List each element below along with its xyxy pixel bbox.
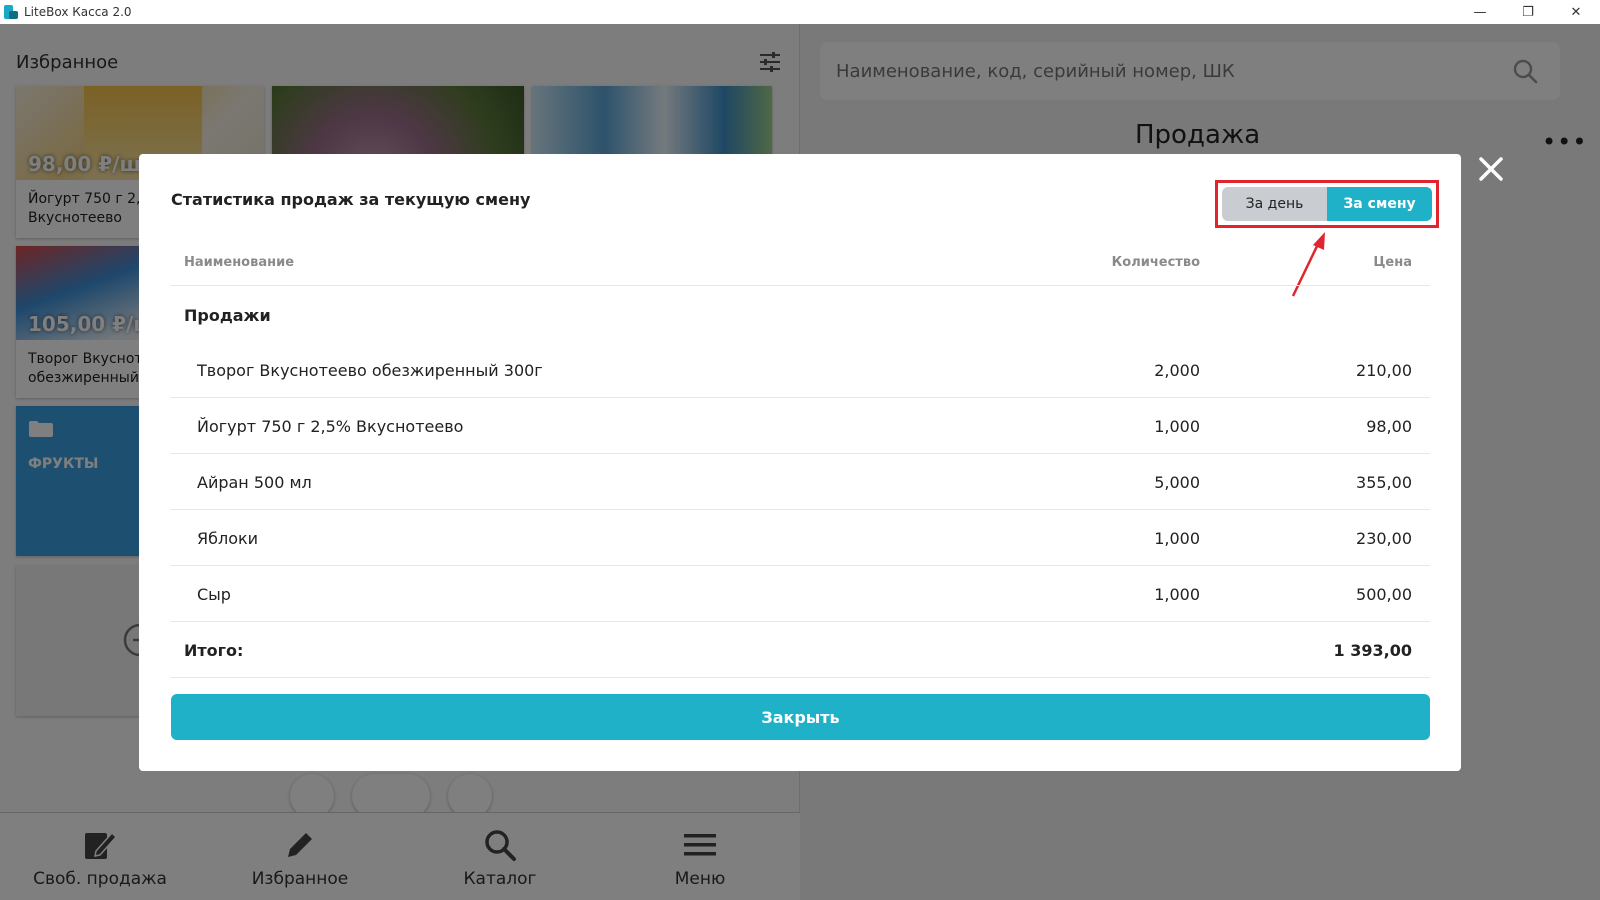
row-qty: 1,000 bbox=[1154, 417, 1200, 436]
row-qty: 2,000 bbox=[1154, 361, 1200, 380]
total-value: 1 393,00 bbox=[1333, 641, 1412, 660]
table-row: Сыр 1,000 500,00 bbox=[171, 566, 1430, 622]
close-dialog-button[interactable]: Закрыть bbox=[171, 694, 1430, 740]
app-logo-icon bbox=[4, 5, 18, 19]
column-header-price: Цена bbox=[1373, 255, 1412, 270]
table-row: Яблоки 1,000 230,00 bbox=[171, 510, 1430, 566]
row-name: Айран 500 мл bbox=[197, 473, 312, 492]
toggle-day[interactable]: За день bbox=[1222, 187, 1327, 221]
column-header-qty: Количество bbox=[1111, 255, 1200, 270]
row-name: Творог Вкуснотеево обезжиренный 300г bbox=[197, 361, 543, 380]
row-name: Сыр bbox=[197, 585, 231, 604]
row-qty: 1,000 bbox=[1154, 529, 1200, 548]
section-label: Продажи bbox=[184, 306, 271, 325]
app-title: LiteBox Касса 2.0 bbox=[24, 5, 132, 19]
window-close-button[interactable]: ✕ bbox=[1552, 0, 1600, 24]
column-header-name: Наименование bbox=[184, 255, 295, 270]
dialog-title: Статистика продаж за текущую смену bbox=[171, 190, 531, 209]
title-bar: LiteBox Касса 2.0 — ❐ ✕ bbox=[0, 0, 1600, 24]
stats-table: Наименование Количество Цена Продажи Тво… bbox=[171, 238, 1430, 678]
window-controls: — ❐ ✕ bbox=[1456, 0, 1600, 24]
row-price: 230,00 bbox=[1356, 529, 1412, 548]
restore-button[interactable]: ❐ bbox=[1504, 0, 1552, 24]
row-price: 210,00 bbox=[1356, 361, 1412, 380]
table-header: Наименование Количество Цена bbox=[171, 238, 1430, 286]
row-qty: 1,000 bbox=[1154, 585, 1200, 604]
section-header: Продажи bbox=[171, 286, 1430, 342]
row-name: Йогурт 750 г 2,5% Вкуснотеево bbox=[197, 417, 464, 436]
row-price: 98,00 bbox=[1366, 417, 1412, 436]
row-price: 500,00 bbox=[1356, 585, 1412, 604]
sales-stats-dialog: Статистика продаж за текущую смену За де… bbox=[139, 154, 1461, 771]
row-price: 355,00 bbox=[1356, 473, 1412, 492]
table-row: Йогурт 750 г 2,5% Вкуснотеево 1,000 98,0… bbox=[171, 398, 1430, 454]
row-qty: 5,000 bbox=[1154, 473, 1200, 492]
table-row: Творог Вкуснотеево обезжиренный 300г 2,0… bbox=[171, 342, 1430, 398]
toggle-shift[interactable]: За смену bbox=[1327, 187, 1432, 221]
table-row: Айран 500 мл 5,000 355,00 bbox=[171, 454, 1430, 510]
total-row: Итого: 1 393,00 bbox=[171, 622, 1430, 678]
total-label: Итого: bbox=[184, 641, 244, 660]
period-toggle: За день За смену bbox=[1222, 187, 1432, 221]
minimize-button[interactable]: — bbox=[1456, 0, 1504, 24]
row-name: Яблоки bbox=[197, 529, 259, 548]
close-icon[interactable] bbox=[1476, 154, 1506, 184]
